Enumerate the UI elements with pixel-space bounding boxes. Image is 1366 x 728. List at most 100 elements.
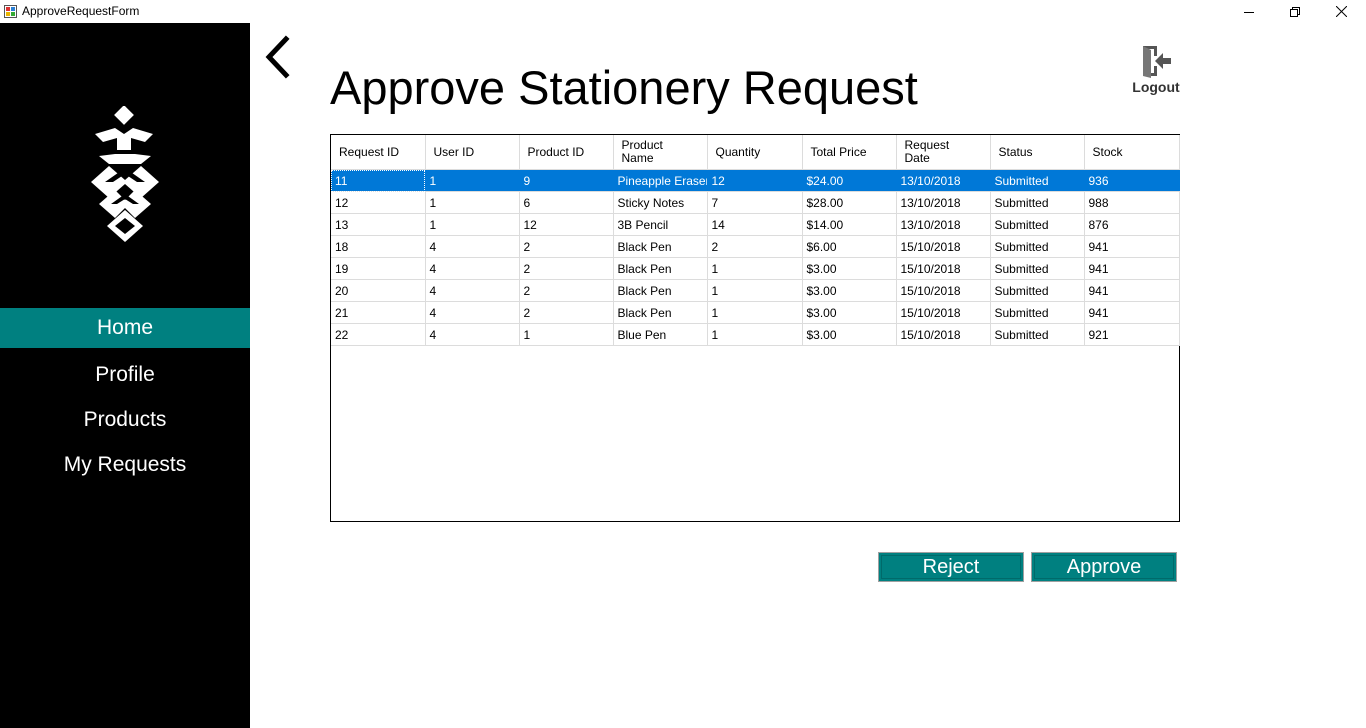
table-cell[interactable]: 941 xyxy=(1084,257,1180,280)
column-header[interactable]: User ID xyxy=(425,135,520,170)
table-cell[interactable]: $3.00 xyxy=(802,301,897,324)
table-cell[interactable]: $24.00 xyxy=(802,169,897,192)
table-cell[interactable]: Black Pen xyxy=(613,279,708,302)
table-cell[interactable]: 1 xyxy=(707,257,803,280)
requests-data-grid[interactable]: Request ID User ID Product ID Product Name Q… xyxy=(330,134,1180,522)
table-cell[interactable]: 2 xyxy=(519,279,614,302)
table-cell[interactable]: 13 xyxy=(331,213,426,236)
table-cell[interactable]: 4 xyxy=(425,279,520,302)
table-cell[interactable]: 15/10/2018 xyxy=(896,257,991,280)
table-cell[interactable]: 921 xyxy=(1084,323,1180,346)
table-cell[interactable]: 15/10/2018 xyxy=(896,279,991,302)
table-cell[interactable]: 7 xyxy=(707,191,803,214)
reject-button[interactable]: Reject xyxy=(878,552,1024,582)
table-cell[interactable]: 15/10/2018 xyxy=(896,301,991,324)
table-cell[interactable]: 2 xyxy=(519,257,614,280)
table-row[interactable]: 12 1 6 Sticky Notes 7 $28.00 13/10/2018 Submitt… xyxy=(331,191,1180,214)
chevron-left-icon[interactable] xyxy=(262,35,292,81)
table-cell[interactable]: 1 xyxy=(707,279,803,302)
table-cell[interactable]: 1 xyxy=(707,323,803,346)
table-cell[interactable]: 9 xyxy=(519,169,614,192)
table-cell[interactable]: 2 xyxy=(519,235,614,258)
table-row[interactable]: 19 4 2 Black Pen 1 $3.00 15/10/2018 Submitted 94… xyxy=(331,257,1180,280)
table-cell[interactable]: 936 xyxy=(1084,169,1180,192)
table-cell[interactable]: $28.00 xyxy=(802,191,897,214)
table-row[interactable]: 11 1 9 Pineapple Eraser 12 $24.00 13/10/2018 Su… xyxy=(331,169,1180,192)
sidebar-item-my-requests[interactable]: My Requests xyxy=(0,445,250,485)
table-cell[interactable]: 2 xyxy=(707,235,803,258)
table-cell[interactable]: 876 xyxy=(1084,213,1180,236)
table-cell[interactable]: 6 xyxy=(519,191,614,214)
table-cell[interactable]: $3.00 xyxy=(802,279,897,302)
approve-button[interactable]: Approve xyxy=(1031,552,1177,582)
table-cell[interactable]: Submitted xyxy=(990,279,1085,302)
table-cell[interactable]: Submitted xyxy=(990,213,1085,236)
table-cell[interactable]: 1 xyxy=(707,301,803,324)
table-cell[interactable]: $14.00 xyxy=(802,213,897,236)
table-cell[interactable]: 941 xyxy=(1084,279,1180,302)
table-cell[interactable]: 20 xyxy=(331,279,426,302)
table-cell[interactable]: 18 xyxy=(331,235,426,258)
table-cell[interactable]: Submitted xyxy=(990,191,1085,214)
logout-button[interactable]: Logout xyxy=(1126,44,1186,96)
table-cell[interactable]: 1 xyxy=(425,169,520,192)
table-cell[interactable]: 19 xyxy=(331,257,426,280)
table-cell[interactable]: 13/10/2018 xyxy=(896,191,991,214)
table-cell[interactable]: 1 xyxy=(425,191,520,214)
table-row[interactable]: 21 4 2 Black Pen 1 $3.00 15/10/2018 Submitted 94… xyxy=(331,301,1180,324)
table-cell[interactable]: 12 xyxy=(331,191,426,214)
table-row[interactable]: 13 1 12 3B Pencil 14 $14.00 13/10/2018 Submitte… xyxy=(331,213,1180,236)
column-header[interactable]: Stock xyxy=(1084,135,1180,170)
sidebar-item-products[interactable]: Products xyxy=(0,400,250,440)
restore-button[interactable] xyxy=(1272,0,1318,23)
table-cell[interactable]: 15/10/2018 xyxy=(896,323,991,346)
close-button[interactable] xyxy=(1318,0,1364,23)
table-cell[interactable]: Submitted xyxy=(990,257,1085,280)
table-row[interactable]: 18 4 2 Black Pen 2 $6.00 15/10/2018 Submitted 94… xyxy=(331,235,1180,258)
table-cell[interactable]: $6.00 xyxy=(802,235,897,258)
column-header[interactable]: Product Name xyxy=(613,135,708,170)
table-cell[interactable]: 1 xyxy=(519,323,614,346)
column-header[interactable]: Request ID xyxy=(331,135,426,170)
minimize-button[interactable] xyxy=(1226,0,1272,23)
column-header[interactable]: Quantity xyxy=(707,135,803,170)
table-cell[interactable]: Submitted xyxy=(990,169,1085,192)
table-cell[interactable]: $3.00 xyxy=(802,257,897,280)
table-cell[interactable]: Black Pen xyxy=(613,301,708,324)
table-cell[interactable]: 4 xyxy=(425,323,520,346)
column-header[interactable]: Total Price xyxy=(802,135,897,170)
sidebar-item-home[interactable]: Home xyxy=(0,308,250,348)
table-cell[interactable]: 1 xyxy=(425,213,520,236)
table-cell[interactable]: 4 xyxy=(425,301,520,324)
table-cell[interactable]: 4 xyxy=(425,235,520,258)
table-cell[interactable]: 22 xyxy=(331,323,426,346)
table-cell[interactable]: Blue Pen xyxy=(613,323,708,346)
table-cell[interactable]: 11 xyxy=(331,169,426,192)
table-cell[interactable]: Submitted xyxy=(990,301,1085,324)
table-cell[interactable]: 4 xyxy=(425,257,520,280)
table-cell[interactable]: 12 xyxy=(519,213,614,236)
table-cell[interactable]: 13/10/2018 xyxy=(896,169,991,192)
table-row[interactable]: 22 4 1 Blue Pen 1 $3.00 15/10/2018 Submitted 921 xyxy=(331,323,1180,346)
table-cell[interactable]: 15/10/2018 xyxy=(896,235,991,258)
table-cell[interactable]: 988 xyxy=(1084,191,1180,214)
column-header[interactable]: Status xyxy=(990,135,1085,170)
column-header[interactable]: Product ID xyxy=(519,135,614,170)
table-cell[interactable]: 941 xyxy=(1084,301,1180,324)
table-cell[interactable]: 14 xyxy=(707,213,803,236)
table-row[interactable]: 20 4 2 Black Pen 1 $3.00 15/10/2018 Submitted 94… xyxy=(331,279,1180,302)
column-header[interactable]: Request Date xyxy=(896,135,991,170)
table-cell[interactable]: Black Pen xyxy=(613,235,708,258)
table-cell[interactable]: 12 xyxy=(707,169,803,192)
table-cell[interactable]: Submitted xyxy=(990,235,1085,258)
table-cell[interactable]: 3B Pencil xyxy=(613,213,708,236)
table-cell[interactable]: 2 xyxy=(519,301,614,324)
table-cell[interactable]: Black Pen xyxy=(613,257,708,280)
table-cell[interactable]: $3.00 xyxy=(802,323,897,346)
table-cell[interactable]: 941 xyxy=(1084,235,1180,258)
table-cell[interactable]: Pineapple Eraser xyxy=(613,169,708,192)
table-cell[interactable]: Sticky Notes xyxy=(613,191,708,214)
table-cell[interactable]: Submitted xyxy=(990,323,1085,346)
table-cell[interactable]: 13/10/2018 xyxy=(896,213,991,236)
table-cell[interactable]: 21 xyxy=(331,301,426,324)
